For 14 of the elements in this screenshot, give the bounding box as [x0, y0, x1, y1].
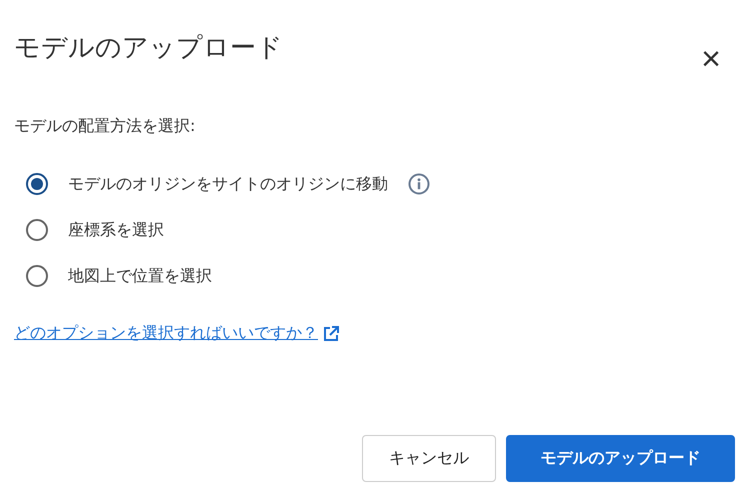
dialog-title: モデルのアップロード	[14, 32, 283, 65]
upload-button[interactable]: モデルのアップロード	[506, 435, 735, 482]
help-link[interactable]: どのオプションを選択すればいいですか？	[14, 323, 318, 344]
cancel-button[interactable]: キャンセル	[362, 435, 496, 482]
radio-button[interactable]	[26, 219, 48, 241]
option-label: モデルのオリジンをサイトのオリジンに移動	[68, 174, 388, 194]
radio-button[interactable]	[26, 265, 48, 287]
option-label: 地図上で位置を選択	[68, 266, 212, 286]
radio-button[interactable]	[26, 173, 48, 195]
close-button[interactable]: ×	[701, 42, 721, 76]
option-label: 座標系を選択	[68, 220, 164, 240]
info-icon[interactable]	[408, 173, 430, 195]
external-link-icon	[322, 324, 340, 342]
prompt-text: モデルの配置方法を選択:	[14, 116, 196, 137]
